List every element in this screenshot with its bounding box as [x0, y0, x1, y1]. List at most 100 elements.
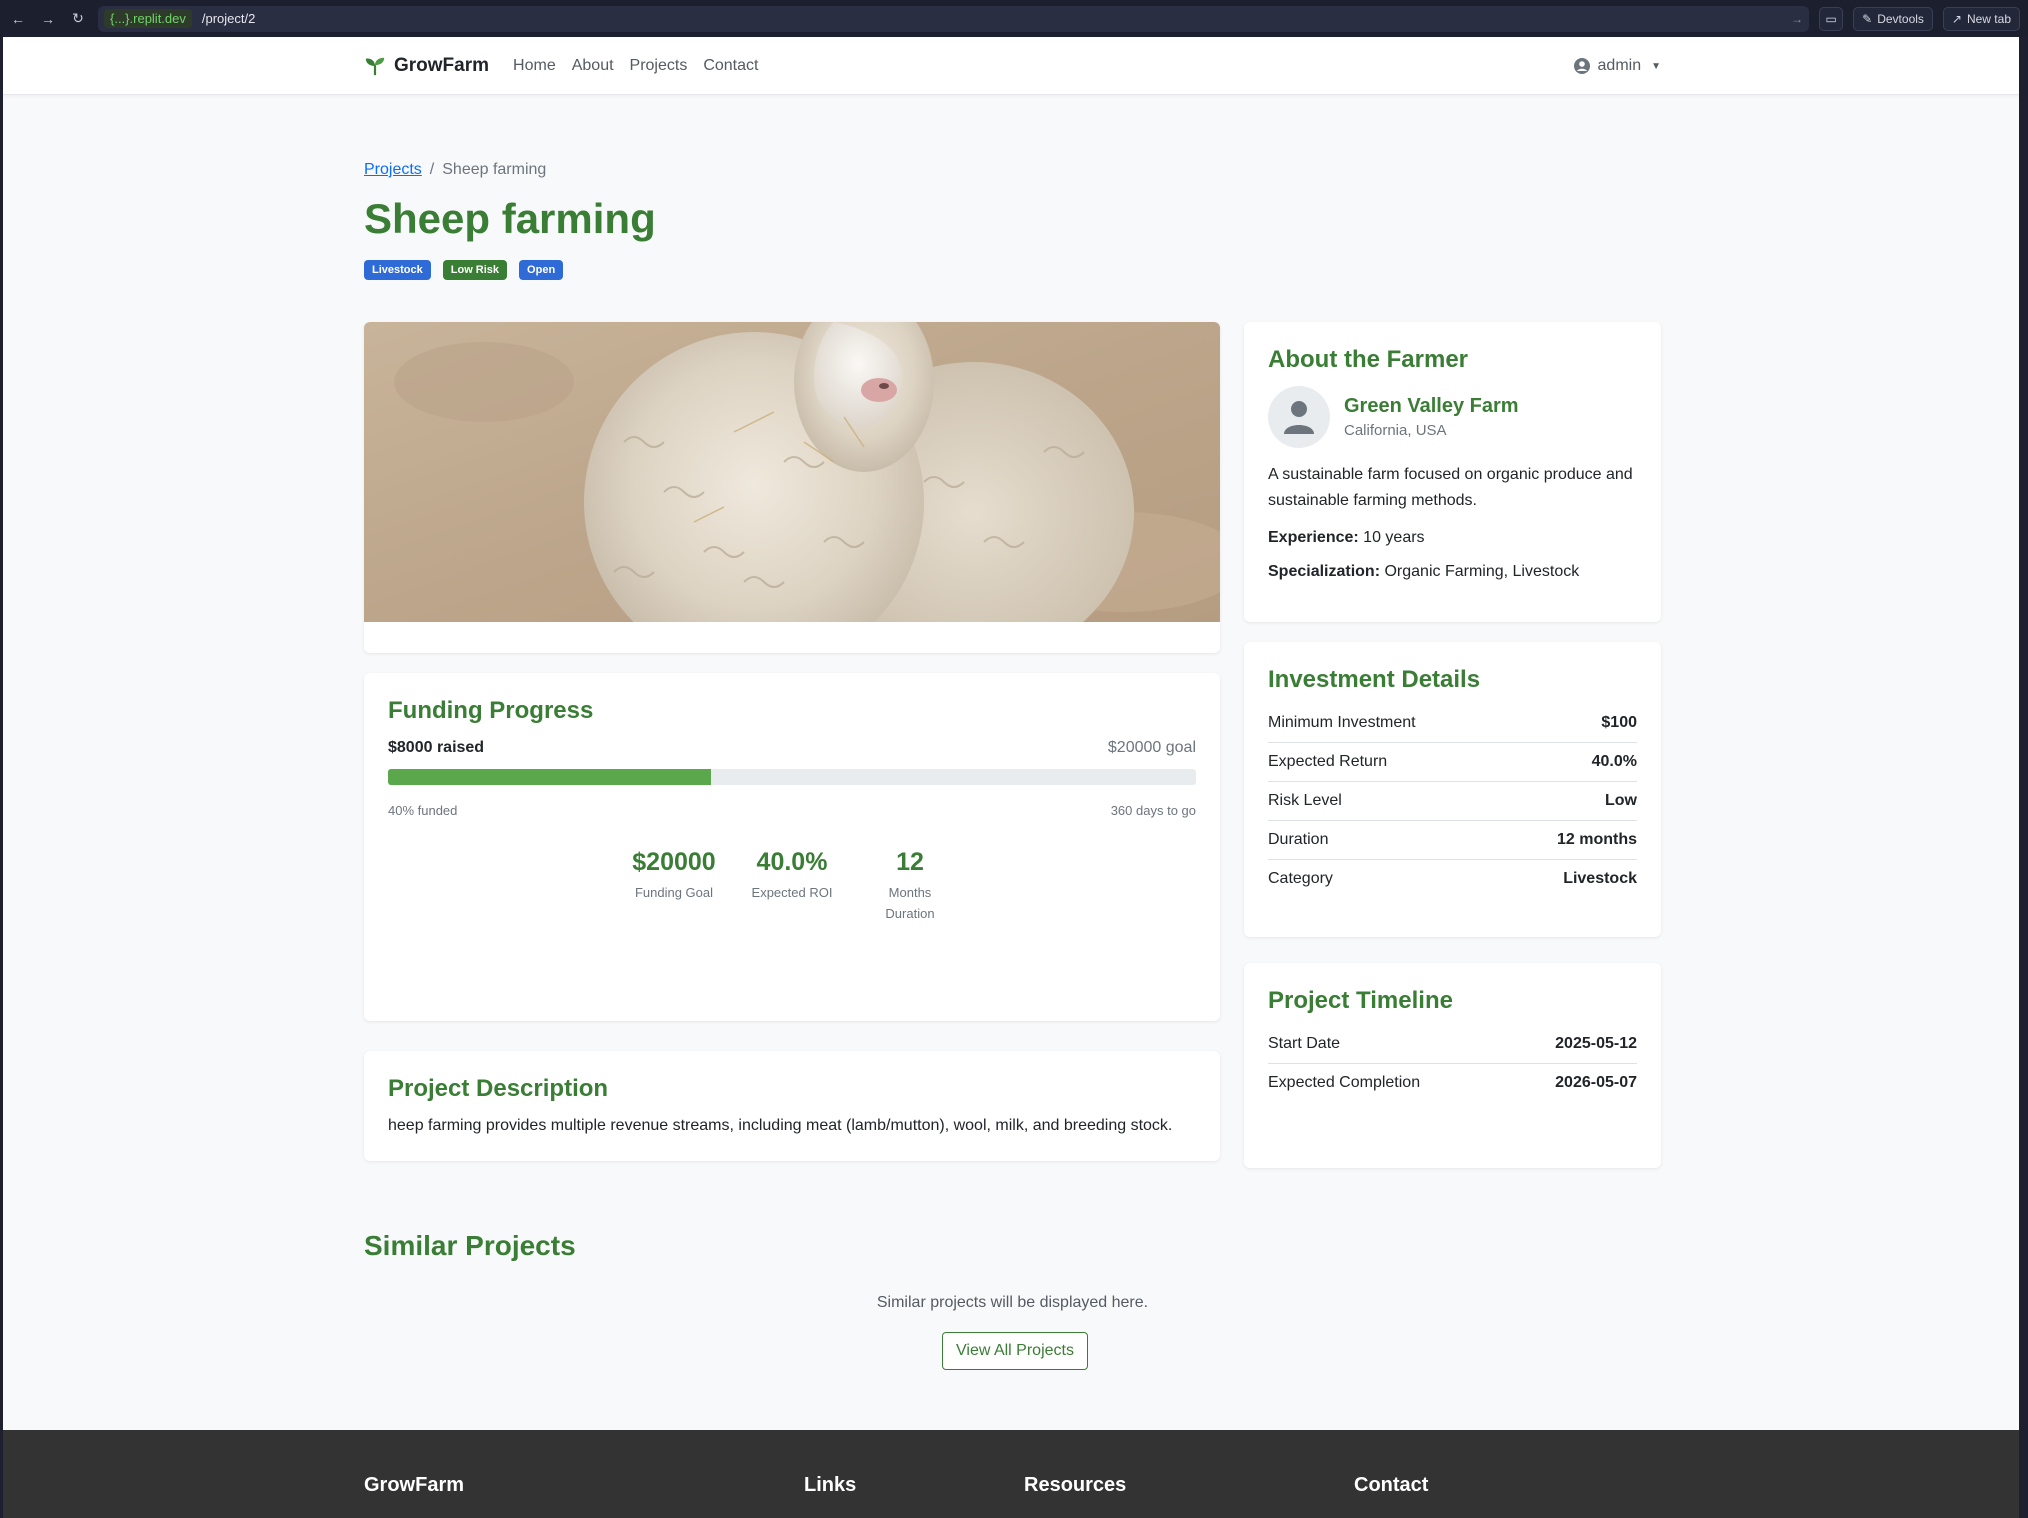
- farmer-name[interactable]: Green Valley Farm: [1344, 395, 1519, 418]
- brand-link[interactable]: GrowFarm: [364, 55, 489, 77]
- user-name: admin: [1597, 57, 1642, 74]
- wrench-icon: ✎: [1862, 11, 1873, 26]
- row-label: Risk Level: [1268, 792, 1342, 809]
- farmer-heading: About the Farmer: [1268, 346, 1469, 373]
- row-value: 2026-05-07: [1555, 1074, 1637, 1091]
- row-label: Minimum Investment: [1268, 714, 1416, 731]
- user-icon: [1284, 401, 1314, 434]
- url-host: {...}.replit.dev: [104, 9, 192, 28]
- investment-row: Duration 12 months: [1268, 821, 1637, 860]
- breadcrumb-current: Sheep farming: [442, 161, 547, 178]
- farmer-avatar: [1268, 386, 1330, 448]
- stat-label: Months Duration: [885, 885, 935, 921]
- address-bar[interactable]: {...}.replit.dev /project/2 →: [98, 5, 1810, 32]
- devtools-label: Devtools: [1877, 11, 1924, 26]
- screen-icon[interactable]: ▭: [1819, 6, 1844, 31]
- investment-row: Category Livestock: [1268, 860, 1637, 898]
- browser-toolbar: ← → ↻ {...}.replit.dev /project/2 → ▭ ✎ …: [0, 0, 2028, 37]
- seedling-icon: [365, 57, 385, 76]
- row-value: 2025-05-12: [1555, 1035, 1637, 1052]
- forward-icon[interactable]: →: [38, 9, 58, 29]
- row-label: Expected Return: [1268, 753, 1388, 770]
- nav-about[interactable]: About: [572, 57, 614, 75]
- stat-value: $20000: [632, 848, 716, 876]
- nav-contact[interactable]: Contact: [703, 57, 758, 75]
- progress-bar: [388, 769, 1196, 785]
- project-description-card: Project Description heep farming provide…: [364, 1051, 1220, 1161]
- devtools-button[interactable]: ✎ Devtools: [1853, 6, 1933, 31]
- main-nav: Home About Projects Contact: [513, 57, 758, 75]
- farmer-card: About the Farmer Green Valley Farm Calif…: [1244, 322, 1661, 622]
- page: GrowFarm Home About Projects Contact adm…: [3, 37, 2019, 1518]
- project-image: [364, 322, 1220, 622]
- timeline-heading: Project Timeline: [1268, 987, 1453, 1014]
- brand-name: GrowFarm: [394, 55, 490, 76]
- row-value: Low: [1605, 792, 1637, 809]
- row-value: Livestock: [1563, 870, 1637, 887]
- nav-projects[interactable]: Projects: [630, 57, 688, 75]
- stat-expected-roi: 40.0% Expected ROI: [749, 848, 835, 925]
- specialization-label: Specialization:: [1268, 563, 1381, 581]
- experience-value: 10 years: [1363, 529, 1425, 547]
- percent-funded: 40% funded: [388, 803, 458, 818]
- project-image-card: [364, 322, 1220, 653]
- breadcrumb-projects-link[interactable]: Projects: [364, 161, 422, 179]
- back-icon[interactable]: ←: [8, 9, 28, 29]
- view-all-projects-button[interactable]: View All Projects: [942, 1332, 1088, 1370]
- farmer-bio: A sustainable farm focused on organic pr…: [1268, 466, 1633, 509]
- funding-heading: Funding Progress: [388, 697, 594, 724]
- stat-value: 12: [896, 848, 924, 876]
- farmer-location: California, USA: [1344, 422, 1447, 439]
- investment-row: Minimum Investment $100: [1268, 704, 1637, 743]
- timeline-row: Expected Completion 2026-05-07: [1268, 1064, 1637, 1102]
- description-text: heep farming provides multiple revenue s…: [388, 1117, 1173, 1134]
- similar-projects-heading: Similar Projects: [364, 1230, 576, 1261]
- footer-contact-heading: Contact: [1354, 1474, 1429, 1496]
- project-badges: Livestock Low Risk Open: [364, 260, 1661, 280]
- row-label: Start Date: [1268, 1035, 1341, 1052]
- breadcrumb: Projects / Sheep farming: [364, 161, 1661, 179]
- footer-resources-heading: Resources: [1024, 1474, 1127, 1496]
- investment-row: Expected Return 40.0%: [1268, 743, 1637, 782]
- stat-duration: 12 Months Duration: [867, 848, 953, 925]
- funding-goal: $20000 goal: [1107, 739, 1196, 756]
- page-title: Sheep farming: [364, 195, 656, 242]
- investment-heading: Investment Details: [1268, 666, 1481, 693]
- nav-home[interactable]: Home: [513, 57, 556, 75]
- progress-bar-fill: [388, 769, 712, 785]
- farmer-experience: Experience: 10 years: [1268, 529, 1637, 547]
- external-link-icon: ↗: [1951, 11, 1962, 26]
- row-value: 40.0%: [1591, 753, 1637, 770]
- row-label: Expected Completion: [1268, 1074, 1421, 1091]
- risk-badge: Low Risk: [442, 260, 508, 280]
- investment-row: Risk Level Low: [1268, 782, 1637, 821]
- go-arrow-icon[interactable]: →: [1791, 12, 1803, 26]
- row-value: 12 months: [1556, 831, 1637, 848]
- footer-links-heading: Links: [804, 1474, 857, 1496]
- stat-value: 40.0%: [756, 848, 828, 876]
- reload-icon[interactable]: ↻: [68, 9, 88, 29]
- chevron-down-icon: ▼: [1651, 60, 1661, 72]
- stat-label: Funding Goal: [634, 885, 714, 900]
- category-badge: Livestock: [364, 260, 431, 280]
- specialization-value: Organic Farming, Livestock: [1384, 563, 1580, 581]
- stat-funding-goal: $20000 Funding Goal: [631, 848, 717, 925]
- timeline-row: Start Date 2025-05-12: [1268, 1025, 1637, 1064]
- amount-raised: $8000 raised: [388, 739, 485, 756]
- user-menu[interactable]: admin ▼: [1573, 57, 1661, 75]
- navbar: GrowFarm Home About Projects Contact adm…: [3, 37, 2019, 95]
- days-to-go: 360 days to go: [1110, 803, 1196, 818]
- funding-stats: $20000 Funding Goal 40.0% Expected ROI 1…: [388, 848, 1196, 925]
- project-timeline-card: Project Timeline Start Date 2025-05-12 E…: [1244, 963, 1661, 1168]
- stat-label: Expected ROI: [751, 885, 833, 900]
- breadcrumb-separator: /: [429, 161, 435, 178]
- funding-progress-card: Funding Progress $8000 raised $20000 goa…: [364, 673, 1220, 1021]
- row-value: $100: [1601, 714, 1637, 731]
- investment-details-card: Investment Details Minimum Investment $1…: [1244, 642, 1661, 937]
- footer: GrowFarm Links Resources Contact: [3, 1430, 2019, 1518]
- new-tab-button[interactable]: ↗ New tab: [1942, 6, 2020, 31]
- status-badge: Open: [519, 260, 564, 280]
- user-circle-icon: [1573, 58, 1590, 74]
- new-tab-label: New tab: [1966, 11, 2011, 26]
- similar-projects-placeholder: Similar projects will be displayed here.: [876, 1294, 1149, 1311]
